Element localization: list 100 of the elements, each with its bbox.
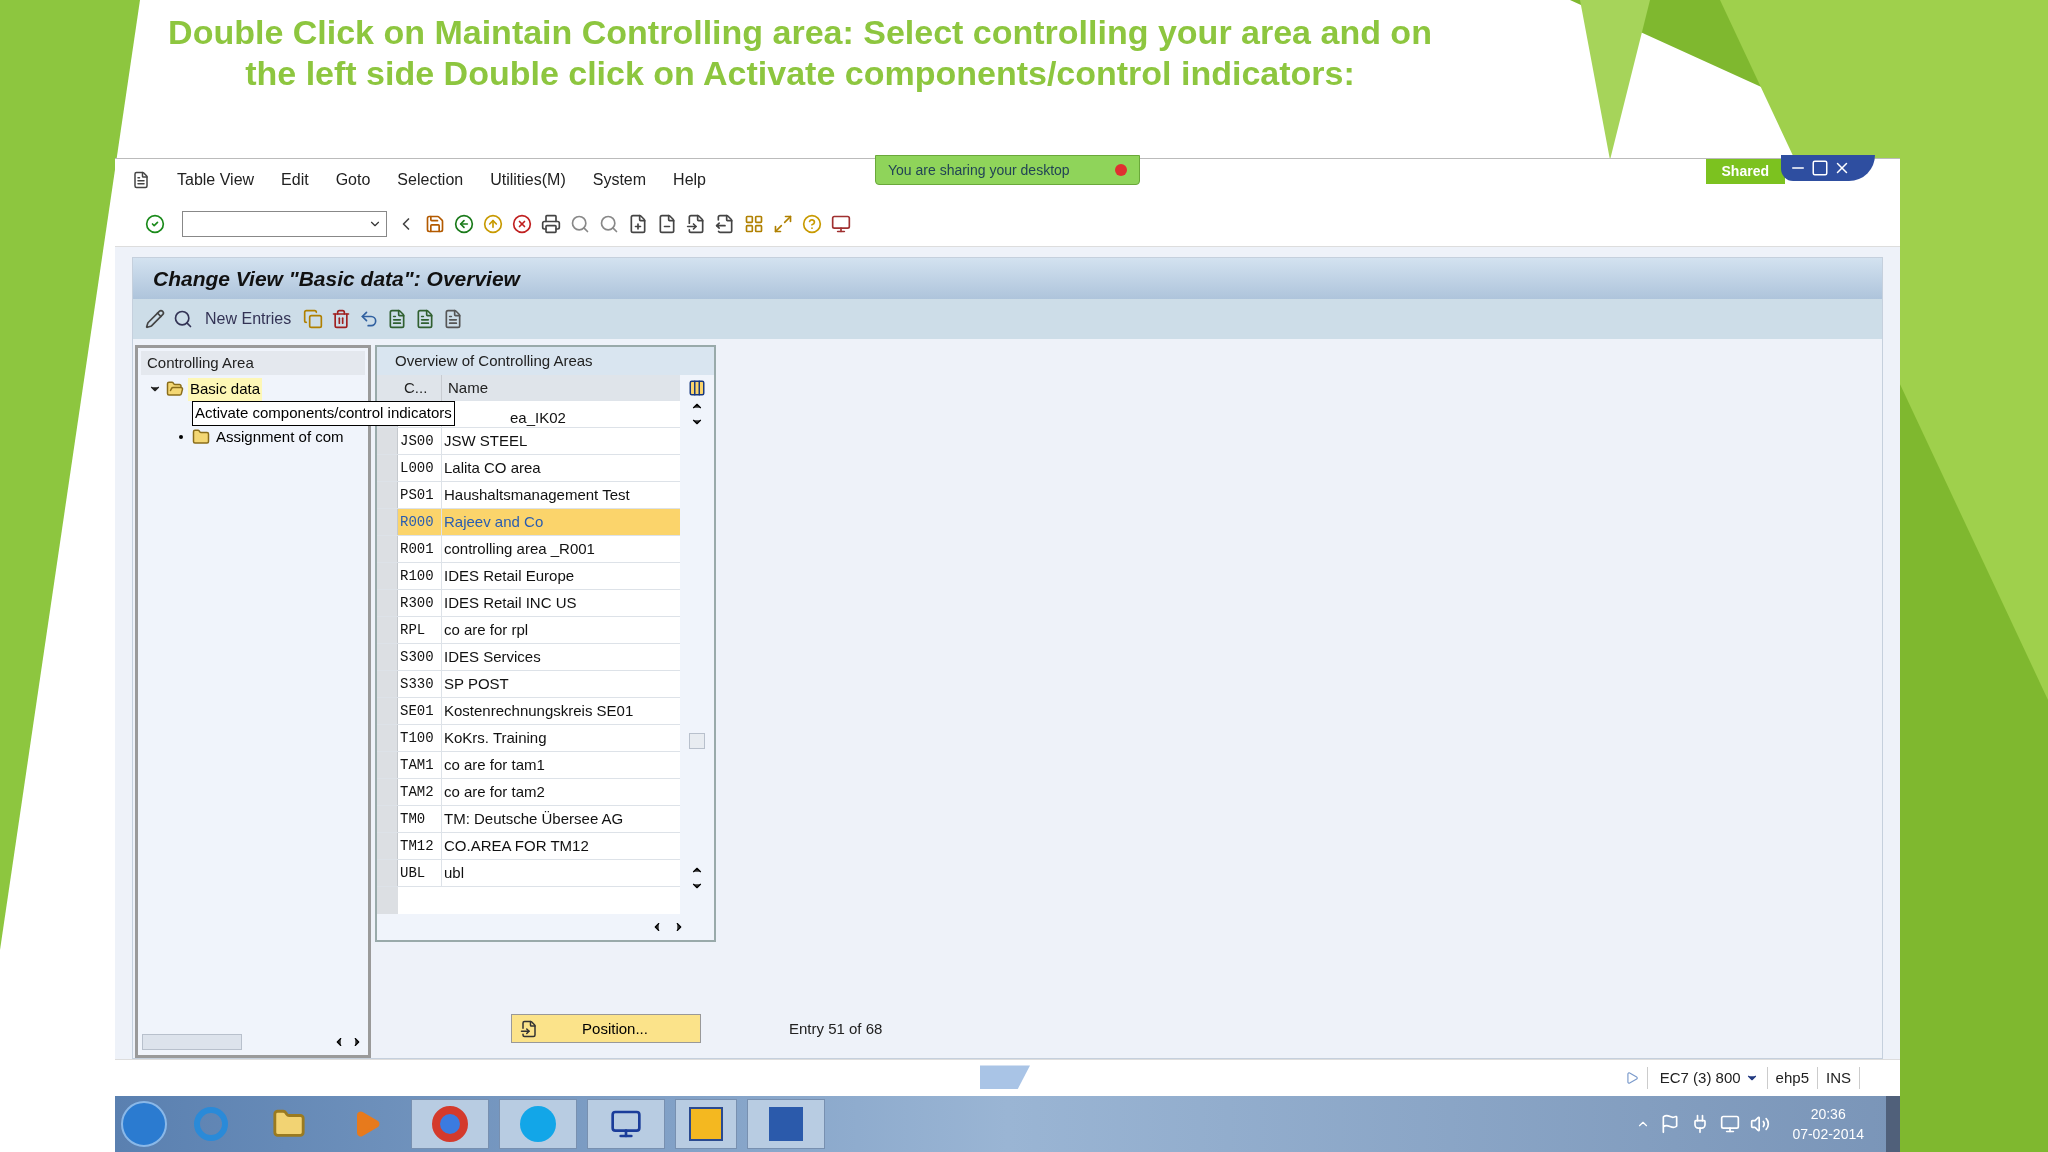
volume-icon[interactable] — [1750, 1114, 1771, 1134]
status-toggle-icon[interactable] — [1624, 1071, 1639, 1086]
table-title: Overview of Controlling Areas — [377, 347, 714, 376]
release-info: ehp5 — [1766, 1066, 1817, 1090]
table-cell-text: UBL — [400, 863, 426, 883]
table-cell-text: R300 — [400, 593, 434, 613]
start-icon[interactable] — [121, 1101, 167, 1147]
table-cell-text: ubl — [444, 863, 465, 884]
scrollbar-thumb[interactable] — [142, 1034, 242, 1051]
tree-item[interactable]: Basic data — [188, 378, 263, 401]
select-block-icon[interactable] — [415, 309, 436, 330]
table-row[interactable]: TAM2 co are for tam2 — [377, 779, 680, 807]
menu-item[interactable]: Goto — [335, 168, 371, 193]
table-row[interactable]: UBL ubl — [377, 860, 680, 888]
table-cell-text: TM: Deutsche Übersee AG — [444, 809, 624, 830]
slide-title: Double Click on Maintain Controlling area: Select controlling your area and on the left side Double click on Activate components/control indicators: — [167, 12, 1433, 94]
deselect-all-icon[interactable] — [443, 309, 464, 330]
table-row[interactable]: R001 controlling area _R001 — [377, 536, 680, 564]
find-next-icon[interactable] — [599, 213, 619, 234]
table-row[interactable]: T100 KoKrs. Training — [377, 725, 680, 753]
detail-icon[interactable] — [173, 309, 193, 330]
new-entries-button[interactable]: New Entries — [201, 307, 296, 332]
tree-item[interactable]: Assignment of com — [214, 426, 346, 449]
save-icon[interactable] — [425, 213, 445, 234]
table-row[interactable]: L000 Lalita CO area — [377, 455, 680, 483]
column-header[interactable]: C... — [398, 375, 442, 402]
table-row[interactable]: R100 IDES Retail Europe — [377, 563, 680, 591]
insert-mode: INS — [1817, 1066, 1860, 1090]
shortcut-icon[interactable] — [773, 213, 793, 234]
column-settings-icon[interactable] — [688, 379, 706, 398]
table-cell-text: SP POST — [444, 674, 509, 695]
table-cell-text: R001 — [400, 539, 434, 559]
enter-icon[interactable] — [145, 213, 165, 234]
cancel-icon[interactable] — [512, 213, 532, 234]
table-cell-text: RPL — [400, 620, 426, 640]
copy-icon[interactable] — [303, 309, 324, 330]
table-row[interactable]: TAM1 co are for tam1 — [377, 752, 680, 780]
flag-icon[interactable] — [1660, 1114, 1681, 1134]
help-icon[interactable] — [802, 213, 822, 234]
find-icon[interactable] — [570, 213, 590, 234]
last-page-icon[interactable] — [715, 213, 735, 234]
folder-icon — [192, 428, 210, 447]
table-cell-text: S330 — [400, 674, 434, 694]
table-cell-text: TAM2 — [400, 782, 434, 802]
table-row[interactable]: TM0 TM: Deutsche Übersee AG — [377, 806, 680, 834]
print-icon[interactable] — [541, 213, 561, 234]
table-cell-text: JSW STEEL — [444, 431, 528, 452]
first-page-icon[interactable] — [628, 213, 648, 234]
layout-icon[interactable] — [831, 213, 851, 234]
column-header[interactable]: Name — [442, 375, 680, 402]
table-row[interactable]: TM12 CO.AREA FOR TM12 — [377, 833, 680, 861]
table-cell-text: T100 — [400, 728, 434, 748]
table-row[interactable]: R000 Rajeev and Co — [377, 509, 680, 537]
menu-icon[interactable] — [132, 171, 150, 190]
table-row[interactable]: S330 SP POST — [377, 671, 680, 699]
table-cell-text: IDES Retail INC US — [444, 593, 577, 614]
folder-icon — [166, 380, 184, 399]
table-cell-text: L000 — [400, 458, 434, 478]
table-cell-text: S300 — [400, 647, 434, 667]
app-icon[interactable] — [675, 1099, 737, 1149]
table-cell-text: SE01 — [400, 701, 434, 721]
stop-sharing-icon[interactable] — [1115, 164, 1127, 176]
table-row[interactable]: R300 IDES Retail INC US — [377, 590, 680, 618]
table-row[interactable]: PS01 Haushaltsmanagement Test — [377, 482, 680, 510]
table-cell-text: co are for rpl — [444, 620, 529, 641]
position-button[interactable]: Position... — [511, 1014, 701, 1044]
sharing-text: You are sharing your desktop — [888, 160, 1070, 180]
table-cell-text: Kostenrechnungskreis SE01 — [444, 701, 634, 722]
menu-item[interactable]: Table View — [177, 168, 255, 193]
restore-icon[interactable] — [1811, 159, 1829, 177]
system-info[interactable]: EC7 (3) 800 — [1646, 1066, 1745, 1090]
network-icon[interactable] — [1720, 1114, 1741, 1134]
table-cell-text: Lalita CO area — [444, 458, 541, 479]
next-page-icon[interactable] — [686, 213, 706, 234]
select-all-icon[interactable] — [387, 309, 408, 330]
table-cell-text: ea_IK02 — [510, 408, 566, 429]
display-change-icon[interactable] — [145, 309, 165, 330]
menu-item[interactable]: System — [592, 168, 647, 193]
scrollbar-thumb[interactable] — [689, 733, 705, 750]
screen-title: Change View "Basic data": Overview — [153, 266, 520, 293]
new-session-icon[interactable] — [744, 213, 764, 234]
bullet-icon — [179, 435, 183, 440]
table-row[interactable]: S300 IDES Services — [377, 644, 680, 672]
table-row[interactable]: SE01 Kostenrechnungskreis SE01 — [377, 698, 680, 726]
back-icon[interactable] — [454, 213, 474, 234]
delete-icon[interactable] — [331, 309, 352, 330]
menu-item[interactable]: Selection — [397, 168, 464, 193]
table-cell-text: IDES Services — [444, 647, 541, 668]
computer-icon[interactable] — [587, 1099, 665, 1149]
exit-icon[interactable] — [483, 213, 503, 234]
sap-logo-icon — [980, 1065, 1030, 1090]
tree-item-tooltip[interactable]: Activate components/control indicators — [192, 401, 455, 426]
table-cell-text: controlling area _R001 — [444, 539, 595, 560]
table-row[interactable]: RPL co are for rpl — [377, 617, 680, 645]
command-field[interactable] — [182, 210, 387, 237]
menu-item[interactable]: Edit — [281, 168, 309, 193]
menu-item[interactable]: Utilities(M) — [490, 168, 566, 193]
table-row[interactable]: JS00 JSW STEEL — [377, 428, 680, 456]
menu-item[interactable]: Help — [673, 168, 706, 193]
previous-page-icon[interactable] — [657, 213, 677, 234]
